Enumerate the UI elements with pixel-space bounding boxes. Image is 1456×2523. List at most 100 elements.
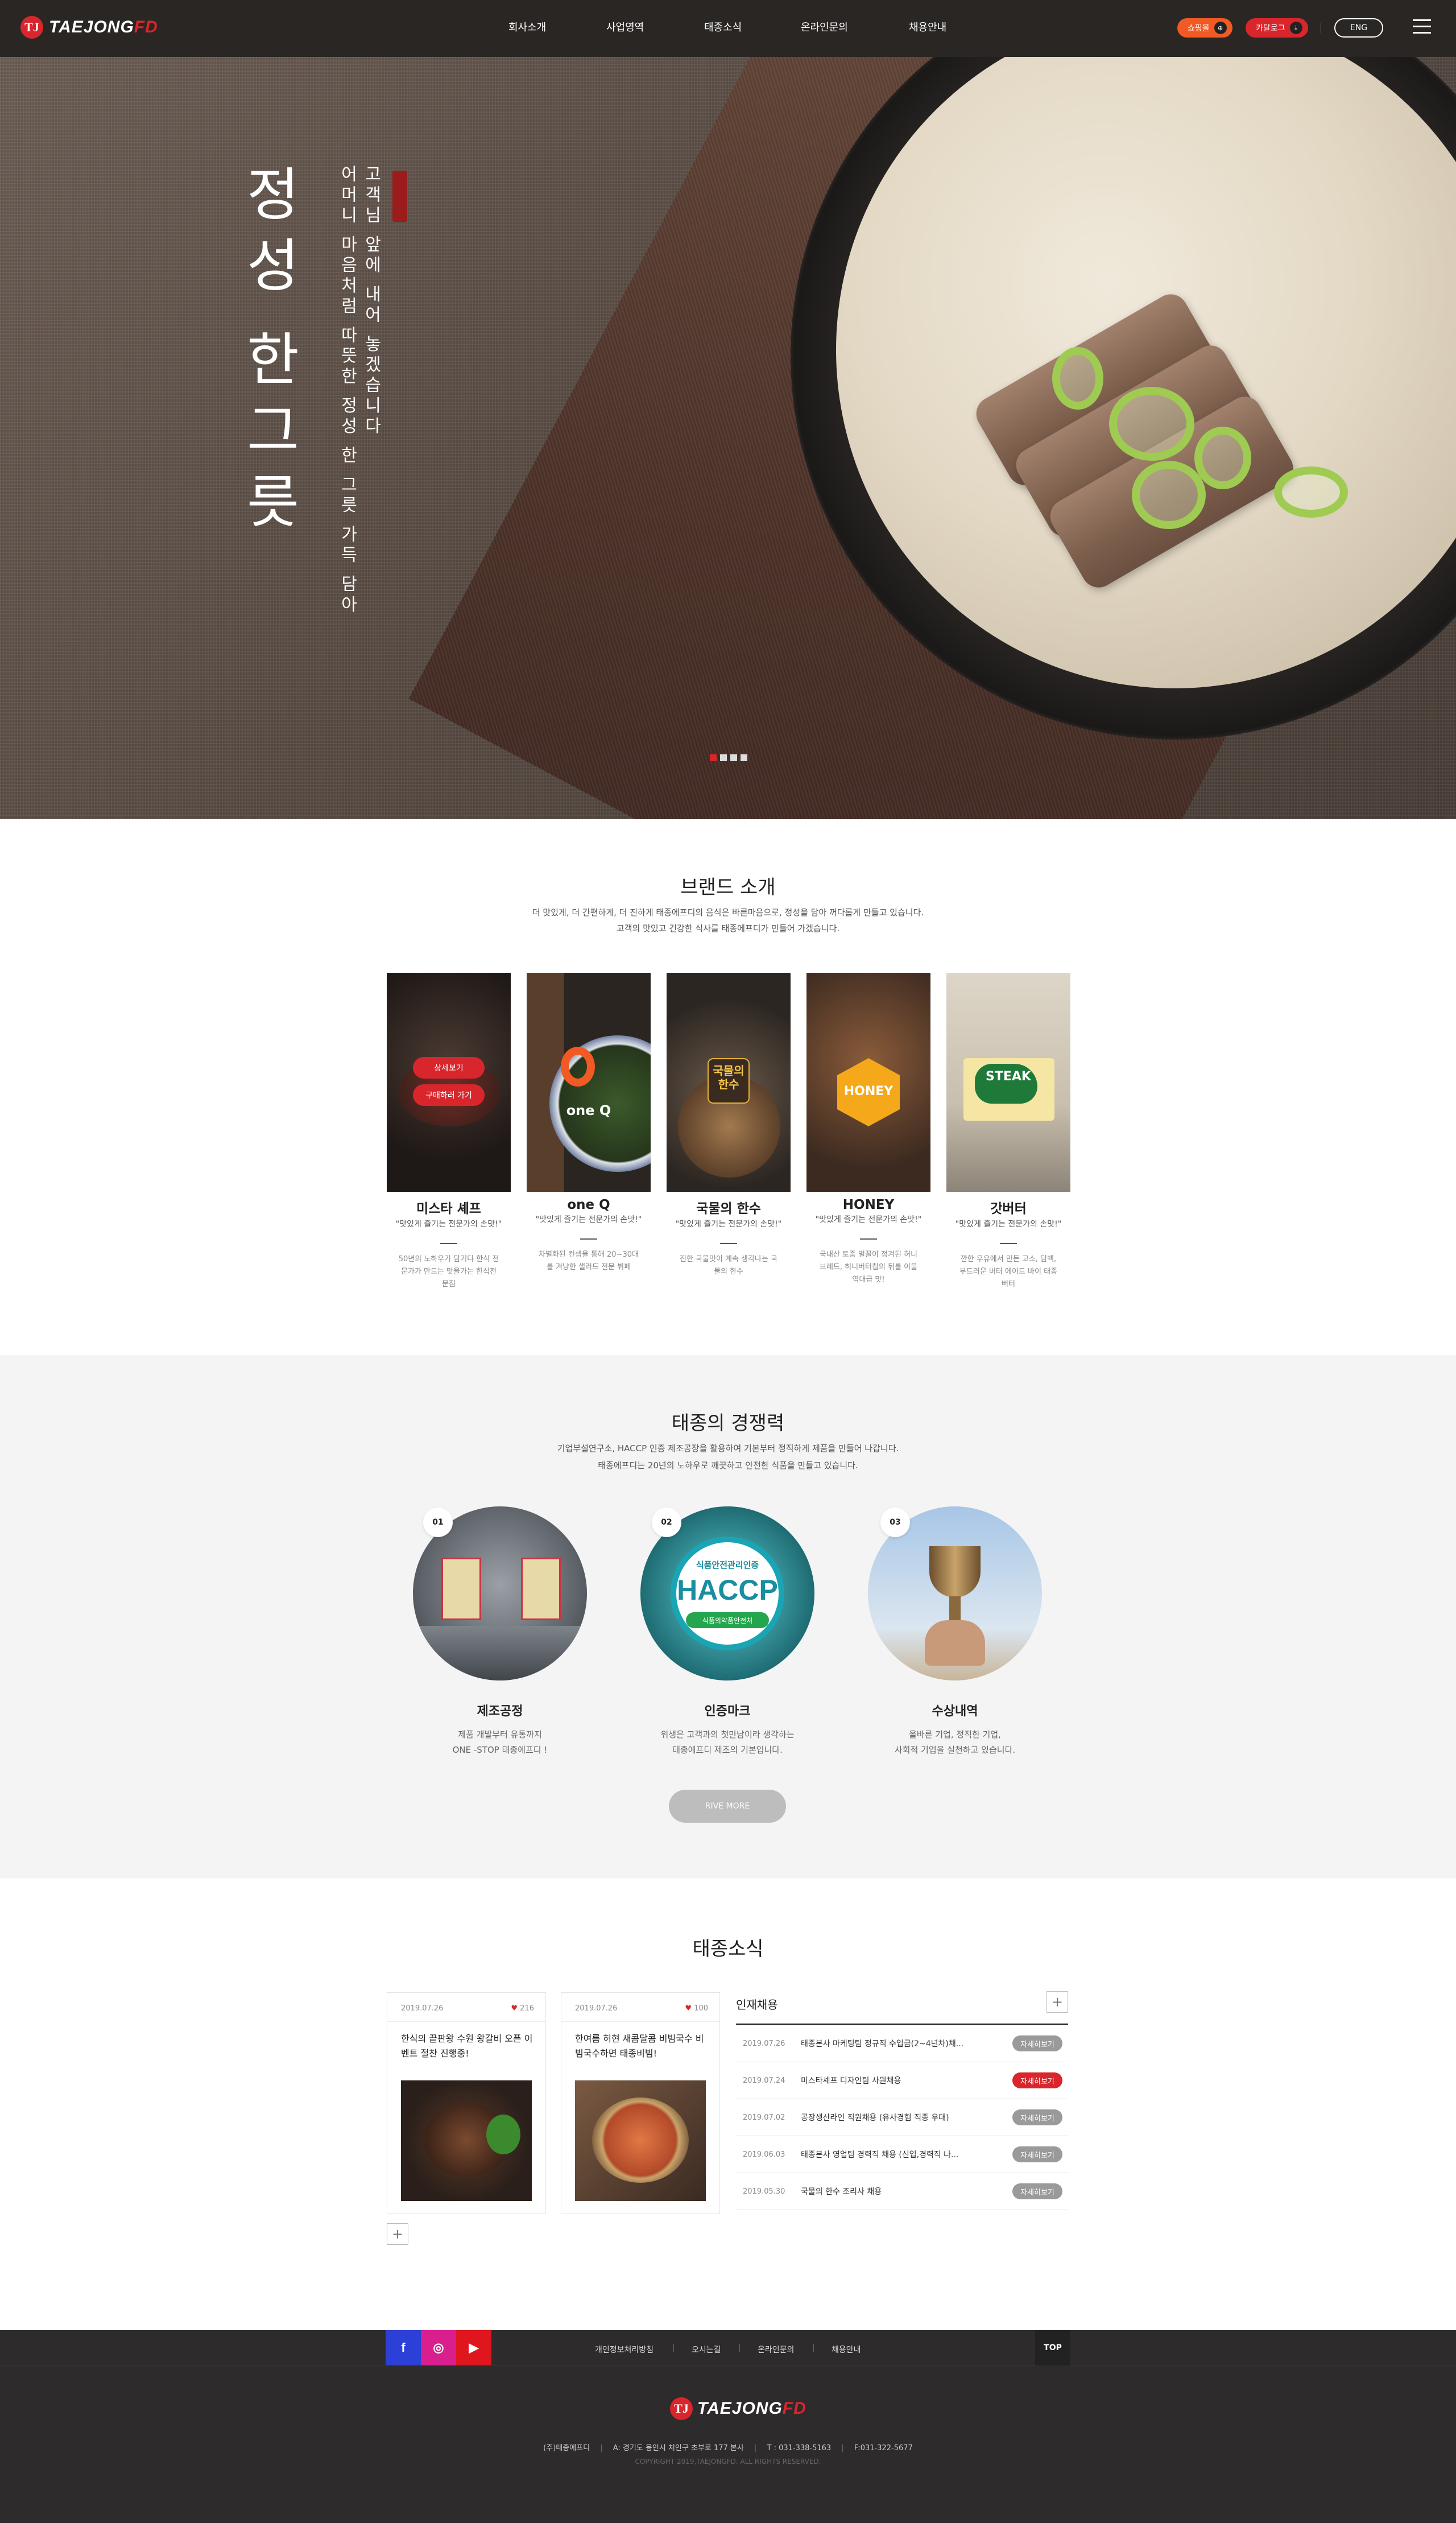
competitive-item-title: 인증마크 bbox=[704, 1704, 751, 1719]
seal-stamp bbox=[392, 171, 407, 222]
mall-button[interactable]: 쇼핑몰 ⊕ bbox=[1177, 18, 1232, 38]
brand-name: 갓버터 bbox=[990, 1201, 1027, 1216]
news-likes-count: 100 bbox=[694, 2004, 708, 2013]
haccp-top-text: 식품안전관리인증 bbox=[696, 1560, 759, 1570]
detail-button[interactable]: 상세보기 bbox=[413, 1057, 485, 1079]
page: TJ TAEJONGFD 회사소개 사업영역 태종소식 온라인문의 채용안내 쇼… bbox=[0, 0, 1456, 2523]
jobs-more-plus-icon[interactable]: + bbox=[1046, 1991, 1068, 2013]
job-date: 2019.06.03 bbox=[743, 2150, 785, 2159]
hero-title-char: 릇 bbox=[247, 469, 299, 535]
news-card[interactable]: 2019.07.26 ♥ 100 한여름 허현 새콤달콤 비빔국수 비빔국수하면… bbox=[561, 1992, 720, 2214]
job-detail-button[interactable]: 자세히보기 bbox=[1012, 2183, 1062, 2199]
competitive-item-title: 제조공정 bbox=[477, 1704, 523, 1719]
brand-name: HONEY bbox=[842, 1198, 895, 1212]
news-title: 한식의 끝판왕 수원 왕갈비 오픈 이벤트 절찬 진행중! bbox=[401, 2033, 533, 2059]
competitive-item-desc-line: 위생은 고객과의 첫만남이라 생각하는 bbox=[660, 1729, 795, 1740]
footer-logo-text-main: TAEJONG bbox=[697, 2399, 783, 2418]
step-number: 01 bbox=[423, 1508, 453, 1537]
haccp-logo-text: HACCP bbox=[677, 1574, 778, 1606]
site-header: TJ TAEJONGFD 회사소개 사업영역 태종소식 온라인문의 채용안내 쇼… bbox=[0, 0, 1456, 57]
news-more-plus-icon[interactable]: + bbox=[387, 2223, 408, 2245]
job-row[interactable]: 2019.07.26 태종본사 마케팅팀 정규직 수입금(2~4년차)채... … bbox=[736, 2025, 1068, 2062]
footer-tel: T : 031-338-5163 bbox=[767, 2444, 832, 2452]
competitive-item-desc: 위생은 고객과의 첫만남이라 생각하는 태종에프디 제조의 기본입니다. bbox=[640, 1727, 814, 1758]
brand-image: HONEY bbox=[806, 973, 930, 1192]
footer-company: (주)태종에프디 bbox=[543, 2444, 590, 2452]
scallion-ring bbox=[1052, 347, 1103, 410]
instagram-icon[interactable]: ◎ bbox=[421, 2330, 456, 2365]
catalog-button[interactable]: 카탈로그 ⤓ bbox=[1246, 18, 1308, 38]
brand-image: 상세보기 구매하러 가기 bbox=[387, 973, 511, 1192]
footer-link-recruit[interactable]: 채용안내 bbox=[832, 2344, 861, 2355]
brand-card-oneq[interactable]: one Q one Q "맛있게 즐기는 전문가의 손맛!" 차별화된 컨셉을 … bbox=[527, 973, 651, 1274]
heart-icon: ♥ bbox=[511, 2004, 518, 2013]
job-title: 국물의 한수 조리사 채용 bbox=[801, 2187, 882, 2196]
brand-desc: 차별화된 컨셉을 통해 20~30대 를 겨냥한 샐러드 전문 뷔페 bbox=[539, 1250, 639, 1272]
brand-desc-line2: 고객의 맛있고 건강한 식사를 태종에프디가 만들어 가겠습니다. bbox=[616, 923, 840, 934]
job-detail-button[interactable]: 자세히보기 bbox=[1012, 2072, 1062, 2088]
slide-dot[interactable] bbox=[741, 754, 747, 761]
brand-card-godbutter[interactable]: STEAK 갓버터 "맛있게 즐기는 전문가의 손맛!" 깐한 우유에서 만든 … bbox=[946, 973, 1070, 1291]
footer-link-inquiry[interactable]: 온라인문의 bbox=[758, 2344, 794, 2355]
job-row[interactable]: 2019.06.03 태종본사 영업팀 경력직 채용 (신입,경력직 나... … bbox=[736, 2136, 1068, 2173]
main-nav: 회사소개 사업영역 태종소식 온라인문의 채용안내 bbox=[0, 0, 1456, 57]
facebook-icon[interactable]: f bbox=[386, 2330, 421, 2365]
news-likes-count: 216 bbox=[520, 2004, 534, 2013]
language-button[interactable]: ENG bbox=[1334, 18, 1383, 38]
slide-dot[interactable] bbox=[730, 754, 737, 761]
news-card[interactable]: 2019.07.26 ♥ 216 한식의 끝판왕 수원 왕갈비 오픈 이벤트 절… bbox=[387, 1992, 546, 2214]
cart-icon: ⊕ bbox=[1214, 22, 1227, 34]
slide-dot[interactable] bbox=[720, 754, 727, 761]
nav-item-company[interactable]: 회사소개 bbox=[508, 19, 546, 34]
brand-logo: 국물의 한수 bbox=[713, 1064, 744, 1091]
brand-name: 국물의 한수 bbox=[696, 1201, 761, 1216]
brand-desc: 50년의 노하우가 담기다 한식 전문가가 만드는 맛을가는 한식전문점 bbox=[398, 1255, 499, 1289]
youtube-icon[interactable]: ▶ bbox=[456, 2330, 491, 2365]
menu-icon[interactable] bbox=[1413, 19, 1431, 35]
brand-card-gukmul[interactable]: 국물의 한수 국물의 한수 "맛있게 즐기는 전문가의 손맛!" 진한 국물맛이… bbox=[667, 973, 791, 1278]
job-row[interactable]: 2019.05.30 국물의 한수 조리사 채용 자세히보기 bbox=[736, 2173, 1068, 2210]
job-row[interactable]: 2019.07.02 공장생산라인 직원채용 (유사경험 직종 우대) 자세히보… bbox=[736, 2099, 1068, 2136]
brand-desc: 진한 국물맛이 계속 생각나는 국물의 한수 bbox=[679, 1255, 777, 1277]
scallion-ring bbox=[1194, 427, 1251, 489]
slide-dot[interactable] bbox=[710, 754, 717, 761]
footer-fax: F:031-322-5677 bbox=[854, 2444, 913, 2452]
competitive-section-title: 태종의 경쟁력 bbox=[671, 1412, 785, 1435]
nav-item-news[interactable]: 태종소식 bbox=[704, 19, 742, 34]
buy-button[interactable]: 구매하러 가기 bbox=[413, 1084, 485, 1106]
footer-company-info: (주)태종에프디 | A: 경기도 용인시 처인구 초부로 177 본사 | T… bbox=[543, 2444, 913, 2452]
nav-item-recruit[interactable]: 채용안내 bbox=[909, 19, 946, 34]
brand-desc-line1: 더 맛있게, 더 간편하게, 더 진하게 태종에프디의 음식은 바른마음으로, … bbox=[532, 907, 924, 918]
job-detail-button[interactable]: 자세히보기 bbox=[1012, 2146, 1062, 2162]
nav-item-business[interactable]: 사업영역 bbox=[606, 19, 644, 34]
news-likes: ♥ 100 bbox=[685, 2004, 708, 2013]
competitive-item-desc-line: 사회적 기업을 실천하고 있습니다. bbox=[894, 1745, 1016, 1755]
job-detail-button[interactable]: 자세히보기 bbox=[1012, 2109, 1062, 2125]
job-detail-button[interactable]: 자세히보기 bbox=[1012, 2035, 1062, 2051]
step-number: 02 bbox=[652, 1508, 681, 1537]
divider bbox=[1000, 1243, 1017, 1244]
top-button[interactable]: TOP bbox=[1035, 2330, 1070, 2365]
competitive-desc-line1: 기업부설연구소, HACCP 인증 제조공장을 활용하여 기본부터 정직하게 제… bbox=[557, 1443, 899, 1453]
brand-card-mistachef[interactable]: 상세보기 구매하러 가기 미스타 셰프 "맛있게 즐기는 전문가의 손맛!" 5… bbox=[387, 973, 511, 1291]
nav-item-inquiry[interactable]: 온라인문의 bbox=[801, 19, 848, 34]
scallion-ring bbox=[1132, 461, 1206, 529]
news-date: 2019.07.26 bbox=[401, 2004, 444, 2013]
footer-link-privacy[interactable]: 개인정보처리방침 bbox=[595, 2344, 653, 2355]
footer-link-location[interactable]: 오시는길 bbox=[692, 2344, 721, 2355]
job-title: 공장생산라인 직원채용 (유사경험 직종 우대) bbox=[801, 2113, 949, 2123]
more-button[interactable]: RIVE MORE bbox=[669, 1790, 786, 1823]
brand-card-honey[interactable]: HONEY HONEY "맛있게 즐기는 전문가의 손맛!" 국내산 토종 벌꿀… bbox=[806, 973, 930, 1286]
job-date: 2019.05.30 bbox=[743, 2187, 785, 2196]
hero-subtitle-line2: 어머니 마음처럼 따뜻한 정성 한 그릇 가득 담아 bbox=[337, 165, 357, 616]
hero-subtitle-line1: 고객님 앞에 내어 놓겠습니다 bbox=[361, 165, 381, 437]
job-date: 2019.07.24 bbox=[743, 2076, 785, 2085]
hero-banner: 정 성 한 그 릇 고객님 앞에 내어 놓겠습니다 어머니 마음처럼 따뜻한 정… bbox=[0, 57, 1456, 819]
heart-icon: ♥ bbox=[685, 2004, 692, 2013]
brand-tagline: "맛있게 즐기는 전문가의 손맛!" bbox=[675, 1220, 782, 1229]
job-date: 2019.07.02 bbox=[743, 2113, 785, 2122]
slide-indicator bbox=[710, 754, 747, 761]
divider bbox=[720, 1243, 737, 1244]
competitive-item-desc: 올바른 기업, 정직한 기업, 사회적 기업을 실천하고 있습니다. bbox=[868, 1727, 1042, 1758]
job-row[interactable]: 2019.07.24 미스타셰프 디자인팀 사원채용 자세히보기 bbox=[736, 2062, 1068, 2099]
